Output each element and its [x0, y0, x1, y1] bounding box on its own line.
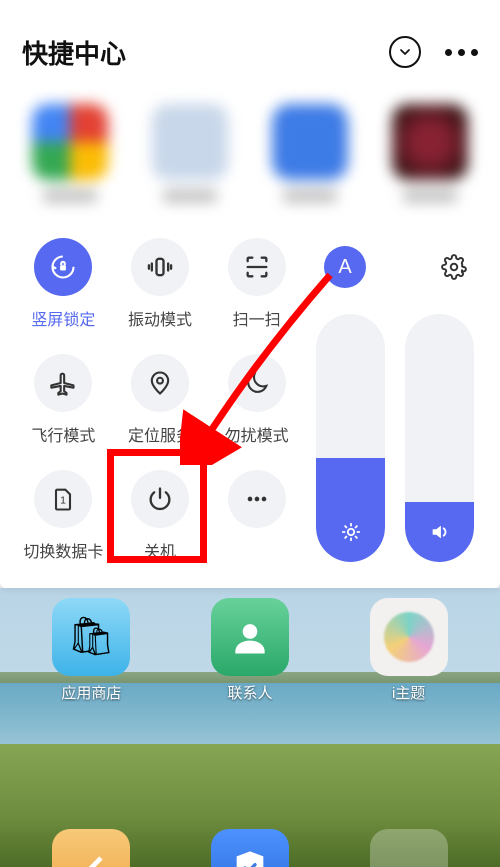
svg-text:1: 1 [60, 495, 66, 507]
moon-icon [228, 354, 286, 412]
toggle-label: 飞行模式 [31, 422, 95, 446]
panel-title: 快捷中心 [22, 34, 126, 71]
toggle-label: 勿扰模式 [225, 422, 289, 446]
sliders-column: A [312, 238, 478, 562]
power-icon [131, 470, 189, 528]
home-apps-row-2 [0, 829, 500, 867]
recent-app[interactable] [22, 104, 118, 202]
more-menu-button[interactable] [445, 49, 478, 56]
toggle-vibrate-mode[interactable]: 振动模式 [119, 238, 202, 330]
brightness-slider[interactable] [316, 314, 385, 562]
app-contacts[interactable]: 联系人 [211, 598, 289, 703]
toggle-power-off[interactable]: 关机 [119, 470, 202, 562]
auto-brightness-button[interactable]: A [324, 246, 366, 288]
app-store[interactable]: 🛍 应用商店 [52, 598, 130, 703]
app-theme[interactable]: i主题 [370, 598, 448, 703]
gear-icon [441, 254, 467, 280]
toggle-label: 扫一扫 [233, 306, 281, 330]
app-label: 应用商店 [61, 682, 121, 703]
volume-slider[interactable] [405, 314, 474, 562]
toggle-label: 竖屏锁定 [31, 306, 95, 330]
app-security[interactable] [211, 829, 289, 867]
app-label: i主题 [392, 682, 425, 703]
brightness-icon [340, 521, 362, 548]
store-icon: 🛍 [52, 598, 130, 676]
recent-app[interactable] [142, 104, 238, 202]
theme-icon [370, 598, 448, 676]
toggle-portrait-lock[interactable]: 竖屏锁定 [22, 238, 105, 330]
toggle-label: 定位服务 [128, 422, 192, 446]
recent-app[interactable] [262, 104, 358, 202]
header-actions [389, 36, 478, 68]
recent-apps-row [22, 104, 478, 202]
app-label: 联系人 [227, 682, 272, 703]
quick-settings-panel: 快捷中心 竖屏锁定 [0, 0, 500, 588]
chevron-down-icon [397, 44, 413, 60]
vibrate-icon [131, 238, 189, 296]
toggle-sim-switch[interactable]: 1 切换数据卡 [22, 470, 105, 562]
shield-icon [211, 829, 289, 867]
location-icon [131, 354, 189, 412]
contacts-icon [211, 598, 289, 676]
toggle-label: 振动模式 [128, 306, 192, 330]
notes-icon [52, 829, 130, 867]
toggle-dnd[interactable]: 勿扰模式 [215, 354, 298, 446]
airplane-icon [34, 354, 92, 412]
home-screen: 🛍 应用商店 联系人 i主题 [0, 588, 500, 867]
scan-icon [228, 238, 286, 296]
home-apps-row: 🛍 应用商店 联系人 i主题 [0, 598, 500, 703]
app-folder[interactable] [370, 829, 448, 867]
toggle-label: 切换数据卡 [23, 538, 103, 562]
folder-icon [370, 829, 448, 867]
sim-icon: 1 [34, 470, 92, 528]
toggle-more[interactable] [215, 470, 298, 562]
toggles-grid: 竖屏锁定 振动模式 扫一扫 飞行模式 [22, 238, 298, 562]
panel-header: 快捷中心 [22, 30, 478, 74]
lock-rotate-icon [34, 238, 92, 296]
toggle-scan[interactable]: 扫一扫 [215, 238, 298, 330]
collapse-button[interactable] [389, 36, 421, 68]
settings-button[interactable] [434, 247, 474, 287]
volume-icon [429, 521, 451, 548]
panel-content: 竖屏锁定 振动模式 扫一扫 飞行模式 [22, 238, 478, 562]
toggle-location[interactable]: 定位服务 [119, 354, 202, 446]
app-notes[interactable] [52, 829, 130, 867]
recent-app[interactable] [382, 104, 478, 202]
toggle-label: 关机 [144, 538, 176, 562]
dots-icon [228, 470, 286, 528]
auto-letter: A [338, 256, 351, 279]
toggle-airplane-mode[interactable]: 飞行模式 [22, 354, 105, 446]
